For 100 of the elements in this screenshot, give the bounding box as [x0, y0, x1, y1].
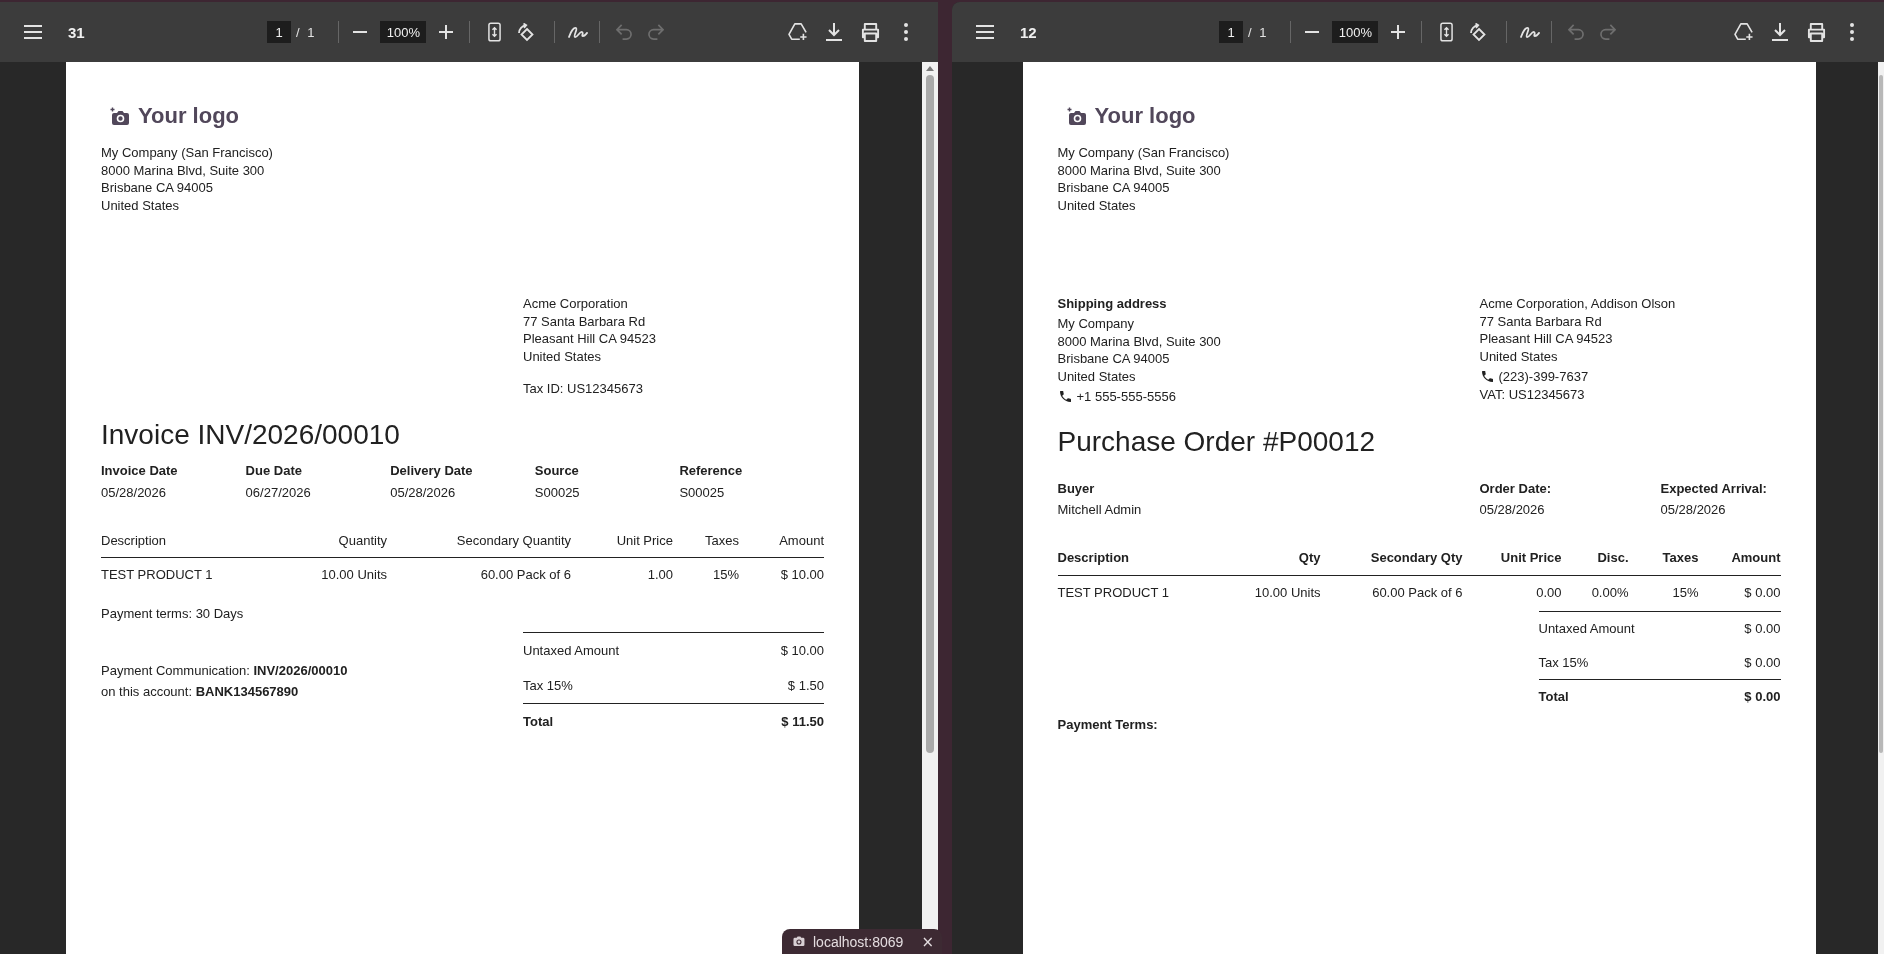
tax-id: Tax ID: US12345673	[523, 379, 644, 398]
phone-number: +1 555-555-5556	[1076, 387, 1176, 406]
payment-terms: Payment Terms:	[1057, 715, 1159, 734]
address-line: 77 Santa Barbara Rd	[1479, 312, 1603, 331]
column-header: Unit Price	[571, 531, 673, 558]
more-icon	[1850, 23, 1854, 41]
table-cell: 15%	[673, 557, 739, 593]
undo-icon	[616, 24, 633, 40]
rotate-icon	[1469, 22, 1488, 42]
tax-id: VAT: US12345673	[1479, 386, 1586, 405]
table-cell: 60.00 Pack of 6	[1320, 575, 1463, 612]
more-icon	[904, 23, 908, 41]
table-cell: 1.00	[571, 557, 673, 593]
totals-value: $ 11.50	[781, 712, 824, 731]
document-heading: Purchase Order #P00012	[1057, 426, 1377, 459]
scribble-icon	[1520, 25, 1541, 39]
totals-value: $ 0.00	[1744, 653, 1781, 672]
table-cell: $ 0.00	[1698, 575, 1781, 612]
totals-label: Tax 15%	[1538, 653, 1589, 672]
page-count: / 1	[296, 24, 315, 40]
triangle-plus-icon	[788, 23, 808, 41]
fit-page-icon	[1439, 22, 1453, 42]
field-label: Order Date:	[1479, 480, 1553, 499]
logo-text: Your logo	[1094, 103, 1196, 129]
table-cell: TEST PRODUCT 1	[1057, 575, 1208, 612]
phone-icon	[1481, 370, 1493, 382]
column-header: Secondary Quantity	[387, 531, 571, 558]
close-button[interactable]: ×	[919, 932, 936, 951]
field-label: Source	[534, 462, 580, 481]
table-cell: 15%	[1628, 575, 1699, 612]
address-line: United States	[523, 347, 603, 366]
totals-label: Untaxed Amount	[523, 641, 620, 660]
column-header: Taxes	[673, 531, 739, 558]
minus-icon	[353, 31, 368, 33]
scribble-icon	[568, 25, 589, 39]
page-count: / 1	[1248, 24, 1267, 40]
field-label: Buyer	[1057, 480, 1096, 499]
column-header: Description	[1057, 548, 1208, 576]
camera-icon	[1066, 107, 1087, 125]
file-title: 31	[68, 23, 85, 41]
column-header: Amount	[1698, 548, 1781, 576]
table-cell: 60.00 Pack of 6	[387, 557, 571, 593]
menu-icon	[976, 25, 994, 39]
undo-icon	[1568, 24, 1585, 40]
column-header: Disc.	[1561, 548, 1629, 576]
address-line: 77 Santa Barbara Rd	[523, 312, 647, 331]
column-header: Quantity	[251, 531, 387, 558]
phone-number: (223)-399-7637	[1498, 367, 1589, 386]
column-header: Secondary Qty	[1320, 548, 1463, 576]
address-line: 8000 Marina Blvd, Suite 300	[1057, 161, 1222, 180]
field-value: 06/27/2026	[245, 484, 312, 502]
address-line: 8000 Marina Blvd, Suite 300	[101, 161, 266, 180]
totals-label: Total	[523, 712, 554, 731]
file-title: 12	[1020, 23, 1037, 41]
table-cell: 10.00 Units	[251, 557, 387, 593]
scrollbar-thumb[interactable]	[926, 75, 934, 753]
field-label: Expected Arrival:	[1660, 480, 1768, 499]
redo-icon	[648, 24, 665, 40]
totals-value: $ 0.00	[1744, 688, 1781, 706]
zoom-field[interactable]: 100%	[380, 21, 427, 43]
menu-icon	[24, 25, 42, 39]
rotate-icon	[517, 22, 536, 42]
totals-label: Total	[1538, 688, 1569, 706]
table-cell: TEST PRODUCT 1	[101, 557, 251, 593]
scrollbar[interactable]	[1878, 62, 1884, 954]
column-header: Unit Price	[1462, 548, 1562, 576]
download-icon	[826, 23, 842, 41]
print-icon	[1806, 22, 1826, 42]
field-value: 05/28/2026	[101, 484, 168, 502]
camera-icon	[792, 936, 805, 947]
page-number-field[interactable]: 1	[1219, 21, 1243, 43]
document-heading: Invoice INV/2026/00010	[101, 419, 401, 452]
totals-value: $ 0.00	[1744, 620, 1781, 638]
table-cell: 10.00 Units	[1207, 575, 1321, 612]
totals-value: $ 10.00	[780, 641, 824, 660]
fit-page-icon	[487, 22, 501, 42]
plus-icon	[439, 25, 454, 39]
address-line: Brisbane CA 94005	[1057, 350, 1171, 368]
scrollbar-thumb[interactable]	[1879, 75, 1883, 753]
zoom-field[interactable]: 100%	[1332, 21, 1379, 43]
field-label: Reference	[679, 462, 744, 481]
page-number-field[interactable]: 1	[267, 21, 291, 43]
column-header: Taxes	[1628, 548, 1699, 576]
field-label: Due Date	[245, 462, 303, 481]
field-label: Delivery Date	[390, 462, 474, 481]
redo-icon	[1600, 24, 1617, 40]
triangle-plus-icon	[1734, 23, 1754, 41]
address-line: Pleasant Hill CA 94523	[1479, 330, 1614, 348]
address-line: Acme Corporation, Addison Olson	[1479, 294, 1677, 313]
field-value: 05/28/2026	[1479, 501, 1546, 519]
address-line: Brisbane CA 94005	[1057, 179, 1171, 198]
download-icon	[1772, 23, 1788, 41]
column-header: Qty	[1207, 548, 1321, 576]
table-cell: $ 10.00	[739, 557, 824, 593]
url-text: localhost:8069	[813, 933, 904, 950]
address-line: Brisbane CA 94005	[101, 179, 215, 198]
minus-icon	[1305, 31, 1320, 33]
table-cell: 0.00	[1462, 575, 1562, 612]
field-value: 05/28/2026	[390, 484, 457, 502]
field-value: S00025	[679, 484, 726, 502]
